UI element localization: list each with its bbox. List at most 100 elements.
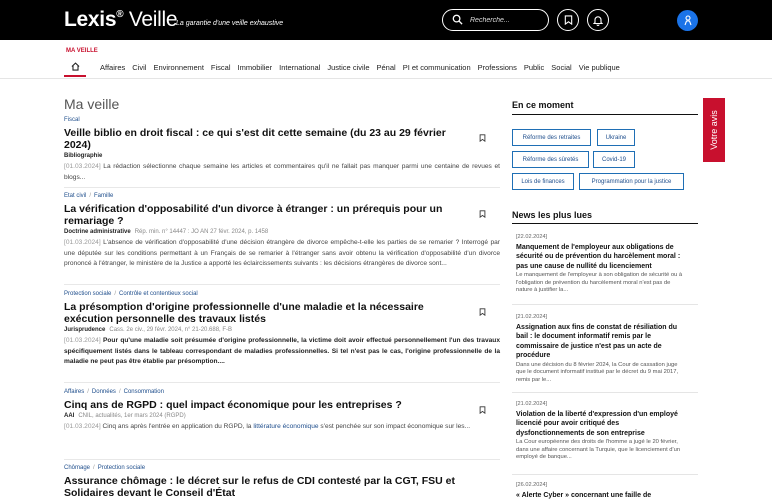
article-reference: Rép. min. n° 14447 : JO AN 27 févr. 2024…: [134, 229, 269, 235]
nav-item-public[interactable]: Public: [524, 63, 544, 72]
news-date: [26.02.2024]: [516, 482, 548, 488]
nav-item-vie-publique[interactable]: Vie publique: [579, 63, 620, 72]
news-item[interactable]: [21.02.2024] Assignation aux fins de con…: [516, 314, 684, 384]
user-account-button[interactable]: [677, 10, 698, 31]
tag-link[interactable]: Famille: [94, 193, 113, 199]
article-meta: Bibliographie: [64, 153, 500, 159]
bookmark-button[interactable]: [479, 303, 486, 321]
news-separator: [512, 304, 698, 305]
top-bar: Lexis® Veille La garantie d'une veille e…: [0, 0, 772, 40]
search-icon: [452, 14, 463, 25]
tag-link[interactable]: Chômage: [64, 465, 90, 471]
article-title[interactable]: La vérification d'opposabilité d'un divo…: [64, 203, 500, 227]
tag-link[interactable]: Protection sociale: [98, 465, 145, 471]
lexis-veille-logo[interactable]: Lexis® Veille: [64, 8, 178, 32]
article-tags: Chômage / Protection sociale: [64, 465, 146, 471]
votre-avis-feedback-tab[interactable]: Votre avis: [703, 98, 725, 162]
article-title[interactable]: La présomption d'origine professionnelle…: [64, 301, 500, 325]
nav-item-fiscal[interactable]: Fiscal: [211, 63, 231, 72]
news-item[interactable]: [26.02.2024] « Alerte Cyber » concernant…: [516, 482, 684, 500]
home-icon: [71, 61, 79, 71]
bookmark-button[interactable]: [479, 129, 486, 147]
notifications-button[interactable]: [587, 9, 609, 31]
nav-home[interactable]: [64, 57, 86, 77]
article-type: Doctrine administrative: [64, 229, 131, 235]
topic-chip-programmation-justice[interactable]: Programmation pour la justice: [579, 173, 684, 190]
bookmark-icon: [564, 15, 572, 25]
article-separator: [64, 187, 500, 188]
nav-item-penal[interactable]: Pénal: [377, 63, 396, 72]
article-title[interactable]: Cinq ans de RGPD : quel impact économiqu…: [64, 399, 500, 411]
article-title[interactable]: Veille biblio en droit fiscal : ce qui s…: [64, 127, 500, 151]
bell-icon: [593, 15, 603, 26]
article-separator: [64, 382, 500, 383]
topic-chip-lois-finances[interactable]: Lois de finances: [512, 173, 574, 190]
article-excerpt: [01.03.2024] La rédaction sélectionne ch…: [64, 162, 500, 183]
search-input[interactable]: [470, 13, 546, 27]
news-item[interactable]: [21.02.2024] Violation de la liberté d'e…: [516, 401, 684, 462]
tag-link[interactable]: Etat civil: [64, 193, 86, 199]
news-date: [21.02.2024]: [516, 314, 548, 320]
nav-item-social[interactable]: Social: [551, 63, 571, 72]
article-inline-link[interactable]: littérature économique: [253, 423, 318, 430]
nav-item-civil[interactable]: Civil: [132, 63, 146, 72]
logo-lexis: Lexis: [64, 8, 117, 31]
news-excerpt: Le manquement de l'employeur à son oblig…: [516, 272, 683, 294]
main-nav: Affaires Civil Environnement Fiscal Immo…: [64, 57, 704, 77]
logo-veille: Veille: [123, 8, 178, 31]
tag-link[interactable]: Données: [92, 389, 116, 395]
topic-chip-reforme-suretes[interactable]: Réforme des sûretés: [512, 151, 589, 168]
tag-link[interactable]: Protection sociale: [64, 291, 111, 297]
article-separator: [64, 459, 500, 460]
topic-chip-covid[interactable]: Covid-19: [593, 151, 635, 168]
nav-item-pi-communication[interactable]: PI et communication: [403, 63, 471, 72]
tag-link[interactable]: Consommation: [124, 389, 164, 395]
bookmark-icon: [479, 134, 486, 143]
nav-item-professions[interactable]: Professions: [478, 63, 517, 72]
bookmark-icon: [479, 210, 486, 219]
bookmark-button[interactable]: [479, 205, 486, 223]
article-body-end: s'est penchée sur son impact économique …: [318, 423, 471, 430]
nav-item-justice-civile[interactable]: Justice civile: [327, 63, 369, 72]
logo-reg: ®: [116, 9, 124, 20]
page-title: Ma veille: [64, 96, 120, 112]
article-card: Affaires / Données / Consommation Cinq ans d…: [64, 389, 500, 433]
search-box[interactable]: [442, 9, 549, 31]
nav-item-immobilier[interactable]: Immobilier: [238, 63, 273, 72]
news-item[interactable]: [22.02.2024] Manquement de l'employeur a…: [516, 234, 684, 295]
bookmark-button[interactable]: [479, 401, 486, 419]
topic-chip-ukraine[interactable]: Ukraine: [597, 129, 635, 146]
article-body: Pour qu'une maladie soit présumée d'orig…: [64, 337, 500, 365]
article-card: Chômage / Protection sociale Assurance chô…: [64, 465, 500, 499]
article-card: Fiscal Veille biblio en droit fiscal : c…: [64, 117, 500, 183]
tag-link[interactable]: Affaires: [64, 389, 84, 395]
article-excerpt: [01.03.2024] L'absence de vérification d…: [64, 238, 500, 270]
news-excerpt: La Cour européenne des droits de l'homme…: [516, 439, 681, 461]
en-ce-moment-rule: [512, 114, 698, 115]
news-title[interactable]: Violation de la liberté d'expression d'u…: [516, 410, 684, 438]
news-separator: [512, 474, 698, 475]
tag-link[interactable]: Fiscal: [64, 117, 80, 123]
article-date: [01.03.2024]: [64, 423, 101, 430]
nav-item-affaires[interactable]: Affaires: [100, 63, 125, 72]
article-meta: Jurisprudence Cass. 2e civ., 29 févr. 202…: [64, 327, 500, 333]
nav-item-international[interactable]: International: [279, 63, 320, 72]
nav-item-environnement[interactable]: Environnement: [153, 63, 203, 72]
article-tags: Etat civil / Famille: [64, 193, 114, 199]
article-body-start: Cinq ans après l'entrée en application d…: [100, 423, 254, 430]
article-reference: Cass. 2e civ., 29 févr. 2024, n° 21-20.6…: [109, 327, 233, 333]
news-title[interactable]: Manquement de l'employeur aux obligation…: [516, 243, 684, 271]
user-icon: [683, 15, 692, 26]
article-title[interactable]: Assurance chômage : le décret sur le ref…: [64, 475, 500, 499]
news-separator: [512, 392, 698, 393]
section-label: MA VEILLE: [66, 48, 98, 54]
article-body: La rédaction sélectionne chaque semaine …: [64, 163, 500, 181]
news-excerpt: Dans une décision du 8 février 2024, la …: [516, 361, 679, 383]
article-card: Etat civil / Famille La vérification d'opp…: [64, 193, 500, 270]
news-title[interactable]: Assignation aux fins de constat de résil…: [516, 323, 684, 361]
news-date: [21.02.2024]: [516, 401, 548, 407]
tag-link[interactable]: Contrôle et contentieux social: [119, 291, 198, 297]
bookmarks-button[interactable]: [557, 9, 579, 31]
news-title[interactable]: « Alerte Cyber » concernant une faille d…: [516, 491, 684, 500]
topic-chip-reforme-retraites[interactable]: Réforme des retraites: [512, 129, 591, 146]
